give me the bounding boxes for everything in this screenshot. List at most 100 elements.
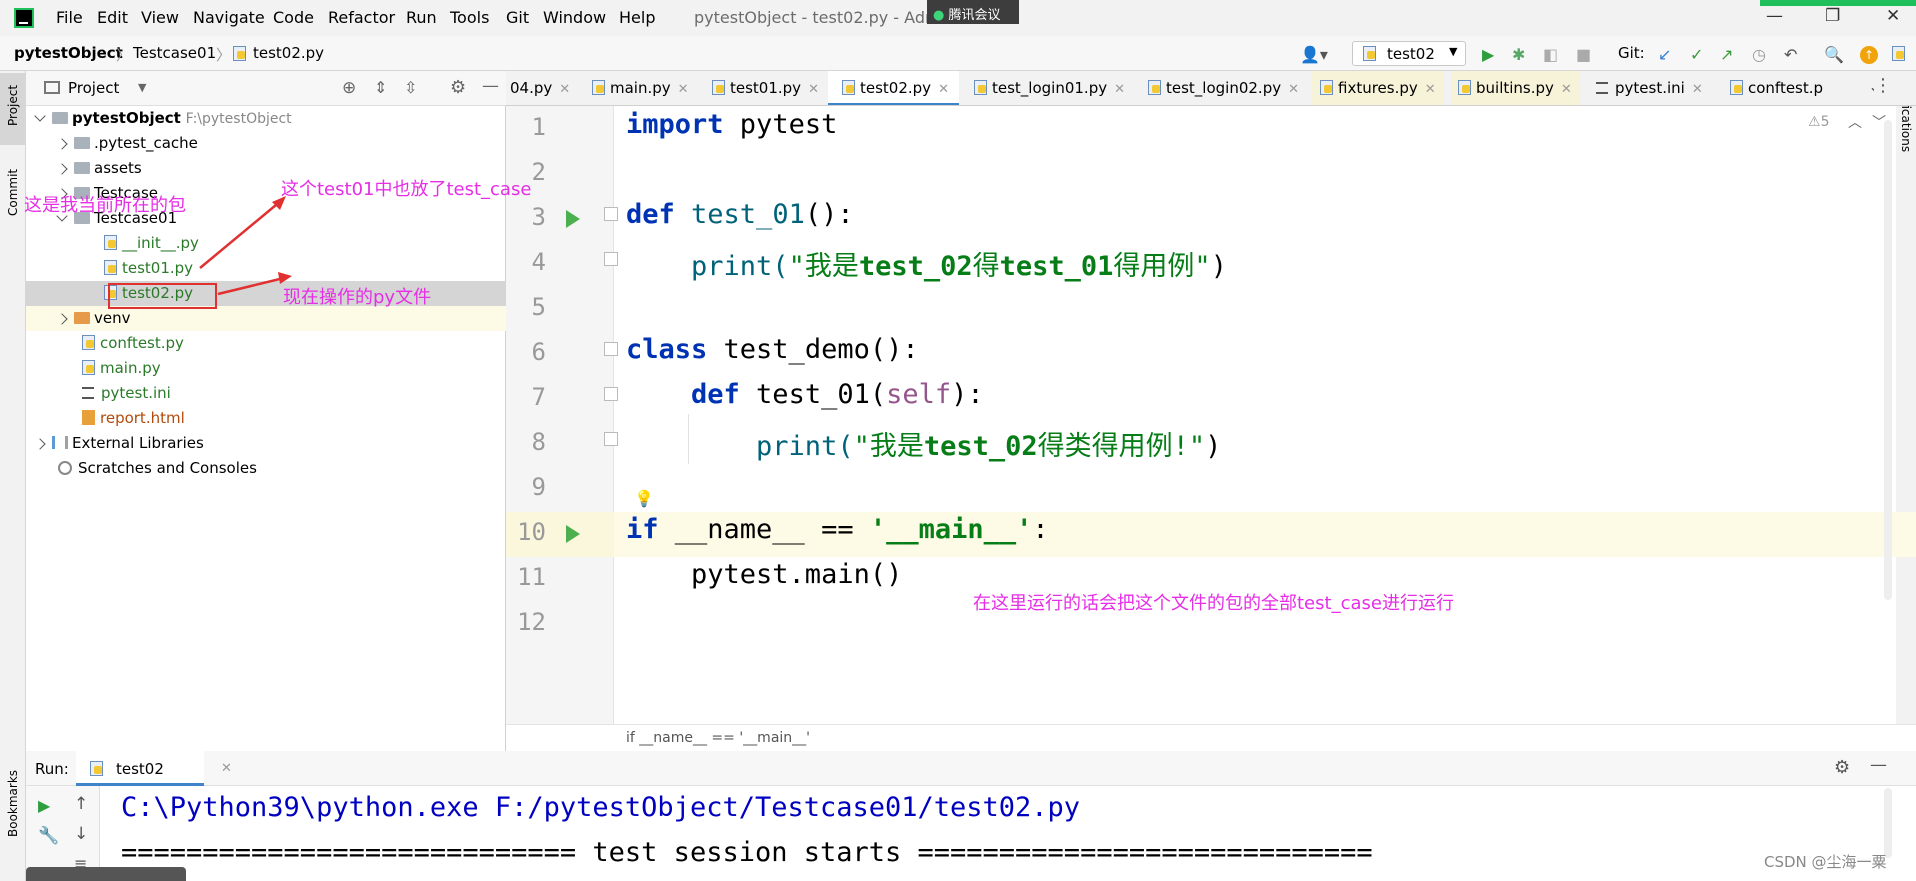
python-console-icon[interactable] (1892, 45, 1910, 63)
code-line-4[interactable]: print("我是test_02得test_01得用例") (626, 244, 1227, 283)
locate-icon[interactable]: ⊕ (342, 78, 356, 98)
code-line-10[interactable]: if __name__ == '__main__': (626, 514, 1049, 545)
code-line-3[interactable]: def test_01(): (626, 199, 854, 230)
tab-conftest-py[interactable]: conftest.p (1730, 71, 1823, 105)
tab-test-login02-py[interactable]: test_login02.py ✕ (1148, 71, 1299, 105)
menu-view[interactable]: View (141, 8, 179, 27)
menu-run[interactable]: Run (406, 8, 437, 27)
lightbulb-icon[interactable]: 💡 (634, 489, 654, 508)
tab-test01-py[interactable]: test01.py ✕ (712, 71, 819, 105)
breadcrumb-file[interactable]: test02.py (253, 44, 324, 62)
close-icon[interactable]: ✕ (1288, 82, 1299, 97)
menu-refactor[interactable]: Refactor (328, 8, 395, 27)
restore-icon[interactable]: ❐ (1825, 6, 1840, 26)
tab-test02-py[interactable]: test02.py ✕ (828, 71, 959, 105)
tree-item-pytest-cache[interactable]: .pytest_cache (56, 131, 198, 156)
run-icon[interactable]: ▶ (1482, 45, 1494, 64)
user-icon[interactable]: 👤▾ (1300, 45, 1328, 64)
tree-item-main-py[interactable]: main.py (82, 356, 161, 381)
hide-panel-icon[interactable]: — (482, 76, 499, 96)
close-icon[interactable]: ✕ (1561, 82, 1572, 97)
tab-04-py[interactable]: 04.py ✕ (510, 71, 570, 105)
expand-all-icon[interactable]: ⇕ (374, 78, 387, 97)
menu-code[interactable]: Code (273, 8, 314, 27)
code-line-7[interactable]: def test_01(self): (626, 379, 984, 410)
run-tab-test02[interactable]: test02 ✕ (76, 751, 232, 786)
menu-help[interactable]: Help (619, 8, 655, 27)
git-commit-icon[interactable]: ✓ (1690, 45, 1703, 64)
git-push-icon[interactable]: ↗ (1720, 45, 1733, 64)
tree-item-conftest-py[interactable]: conftest.py (82, 331, 184, 356)
menu-edit[interactable]: Edit (97, 8, 128, 27)
tree-item-test01-py[interactable]: test01.py (104, 256, 193, 281)
scroll-up-icon[interactable]: ↑ (74, 794, 88, 814)
tree-item-init-py[interactable]: __init__.py (104, 231, 199, 256)
code-line-8[interactable]: print("我是test_02得类得用例!") (626, 424, 1221, 463)
code-breadcrumb[interactable]: if __name__ == '__main__' (626, 730, 810, 746)
tree-item-scratches[interactable]: Scratches and Consoles (58, 456, 257, 481)
collapse-arrow-icon[interactable] (56, 138, 68, 150)
rollback-icon[interactable]: ↶ (1784, 45, 1797, 64)
collapse-arrow-icon[interactable] (56, 313, 68, 325)
warning-icon[interactable]: ⚠5 (1808, 114, 1829, 130)
breadcrumb-project[interactable]: pytestObject (14, 44, 123, 62)
close-icon[interactable]: ✕ (1425, 82, 1436, 97)
collapse-arrow-icon[interactable] (34, 438, 46, 450)
tab-pytest-ini[interactable]: pytest.ini ✕ (1596, 71, 1703, 105)
commit-tool-label[interactable]: Commit (6, 169, 20, 216)
git-update-icon[interactable]: ↙ (1658, 45, 1671, 64)
debug-icon[interactable]: ✱ (1512, 45, 1525, 64)
scroll-down-icon[interactable]: ↓ (74, 824, 88, 844)
history-icon[interactable]: ◷ (1752, 45, 1766, 64)
fold-icon[interactable] (604, 252, 618, 266)
more-tabs-icon[interactable]: ⋮ (1874, 75, 1892, 96)
code-line-1[interactable]: import pytest (626, 109, 837, 140)
tree-item-external-libraries[interactable]: External Libraries (34, 431, 204, 456)
tab-test-login01-py[interactable]: test_login01.py ✕ (974, 71, 1125, 105)
menu-git[interactable]: Git (506, 8, 529, 27)
menu-file[interactable]: File (56, 8, 83, 27)
fold-icon[interactable] (604, 342, 618, 356)
wrench-icon[interactable]: 🔧 (38, 826, 59, 846)
chevron-down-icon[interactable]: ▼ (138, 81, 146, 94)
menu-tools[interactable]: Tools (450, 8, 489, 27)
close-icon[interactable]: ✕ (938, 82, 949, 97)
gear-icon[interactable]: ⚙ (1834, 757, 1850, 778)
run-config-select[interactable]: test02 ▼ (1352, 41, 1466, 66)
stop-icon[interactable]: ■ (1576, 45, 1591, 64)
close-icon[interactable]: ✕ (678, 82, 689, 97)
tab-builtins-py[interactable]: builtins.py ✕ (1452, 71, 1580, 105)
gear-icon[interactable]: ⚙ (450, 77, 466, 98)
coverage-icon[interactable]: ◧ (1543, 45, 1558, 64)
tree-item-report-html[interactable]: report.html (82, 406, 185, 431)
project-panel-title[interactable]: Project (68, 79, 119, 97)
code-line-11[interactable]: pytest.main() (626, 559, 902, 590)
hide-panel-icon[interactable]: — (1870, 755, 1887, 775)
tree-item-pytest-ini[interactable]: pytest.ini (82, 381, 171, 406)
bookmarks-tool-label[interactable]: Bookmarks (6, 770, 20, 837)
console-scrollbar[interactable] (1884, 788, 1892, 858)
collapse-arrow-icon[interactable] (56, 163, 68, 175)
close-icon[interactable]: ✕ (1692, 82, 1703, 97)
run-gutter-icon[interactable] (566, 210, 580, 228)
collapse-all-icon[interactable]: ⇳ (404, 78, 417, 97)
fold-icon[interactable] (604, 387, 618, 401)
editor-scrollbar[interactable] (1884, 120, 1892, 600)
close-icon[interactable]: ✕ (221, 761, 232, 776)
run-gutter-icon[interactable] (566, 525, 580, 543)
code-line-6[interactable]: class test_demo(): (626, 334, 919, 365)
previous-highlight-icon[interactable]: ︿ (1848, 112, 1862, 132)
tab-main-py[interactable]: main.py ✕ (592, 71, 689, 105)
minimize-icon[interactable]: — (1766, 6, 1783, 26)
tab-fixtures-py[interactable]: fixtures.py ✕ (1312, 71, 1444, 105)
rerun-icon[interactable]: ▶ (38, 796, 50, 815)
tree-item-venv[interactable]: venv (56, 306, 131, 331)
breadcrumb-folder[interactable]: Testcase01 (133, 44, 216, 62)
project-tool-label[interactable]: Project (6, 85, 20, 126)
close-icon[interactable]: ✕ (1114, 82, 1125, 97)
close-icon[interactable]: ✕ (1886, 6, 1900, 26)
tree-item-assets[interactable]: assets (56, 156, 142, 181)
menu-window[interactable]: Window (543, 8, 606, 27)
search-icon[interactable]: 🔍 (1824, 45, 1844, 64)
close-icon[interactable]: ✕ (808, 82, 819, 97)
